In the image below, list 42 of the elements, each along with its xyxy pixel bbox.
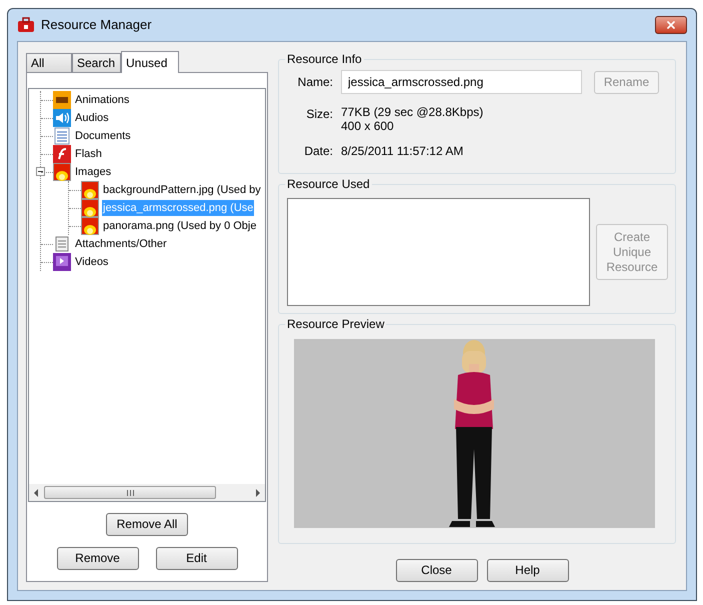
tab[interactable]: Unused	[121, 51, 179, 73]
flash-icon	[53, 145, 71, 163]
speaker-icon	[53, 109, 71, 127]
size-value: 400 x 600	[341, 119, 395, 133]
edit-button[interactable]: Edit	[156, 547, 238, 570]
toolbox-icon	[17, 17, 35, 33]
field-label: Size:	[305, 106, 333, 123]
document-icon	[53, 127, 71, 145]
image-icon	[81, 181, 99, 199]
horizontal-scrollbar[interactable]	[29, 484, 265, 501]
tree-item[interactable]: Attachments/Other	[74, 236, 168, 252]
tree-item[interactable]: panorama.png (Used by 0 Obje	[102, 218, 258, 234]
window-title: Resource Manager	[41, 16, 152, 34]
resource-list[interactable]	[287, 198, 590, 306]
tree-item[interactable]: Audios	[74, 110, 110, 126]
tree-item[interactable]: Videos	[74, 254, 110, 270]
remove-button[interactable]: Remove	[56, 547, 138, 570]
image-icon	[53, 163, 71, 181]
size-value: 77KB (29 sec @28.8Kbps)	[341, 105, 484, 119]
scroll-left-icon[interactable]	[32, 488, 40, 496]
tree-item[interactable]: Flash	[74, 146, 103, 162]
field-label: Date:	[303, 143, 333, 160]
help-button[interactable]: Help	[486, 559, 568, 582]
close-button[interactable]	[655, 16, 687, 34]
scroll-right-icon[interactable]	[254, 488, 262, 496]
image-icon	[81, 199, 99, 217]
gif-icon	[53, 91, 71, 109]
tab[interactable]: Search	[72, 53, 121, 72]
collapse-icon[interactable]	[36, 167, 45, 176]
tree-item[interactable]: backgroundPattern.jpg (Used by	[102, 182, 262, 198]
date-value: 8/25/2011 11:57:12 AM	[341, 143, 464, 160]
close-dialog-button[interactable]: Close	[396, 559, 478, 582]
image-icon	[81, 217, 99, 235]
tree-item[interactable]: Animations	[74, 92, 130, 108]
tree-item[interactable]: Documents	[74, 128, 132, 144]
video-icon	[53, 253, 71, 271]
tree-item[interactable]: Images	[74, 164, 112, 180]
close-icon	[665, 19, 677, 31]
name-field[interactable]: jessica_armscrossed.png	[341, 70, 582, 94]
field-label: Name:	[296, 74, 333, 91]
remove-all-button[interactable]: Remove All	[106, 513, 188, 536]
tab[interactable]: All	[26, 53, 72, 72]
